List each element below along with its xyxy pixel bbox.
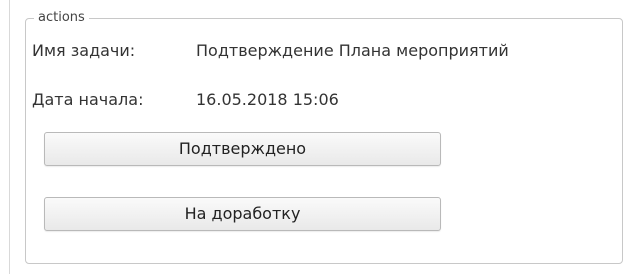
panel-legend: actions xyxy=(34,9,89,27)
start-date-value: 16.05.2018 15:06 xyxy=(196,90,339,109)
actions-panel: actions Имя задачи: Подтверждение Плана м… xyxy=(25,9,623,264)
task-name-label: Имя задачи: xyxy=(32,41,136,60)
task-name-row: Имя задачи: Подтверждение Плана мероприят… xyxy=(32,40,509,62)
start-date-row: Дата начала: 16.05.2018 15:06 xyxy=(32,89,339,111)
confirm-button[interactable]: Подтверждено xyxy=(44,132,441,166)
left-divider xyxy=(9,0,10,274)
task-name-value: Подтверждение Плана мероприятий xyxy=(196,41,509,60)
rework-button[interactable]: На доработку xyxy=(44,197,441,231)
start-date-label: Дата начала: xyxy=(32,90,144,109)
